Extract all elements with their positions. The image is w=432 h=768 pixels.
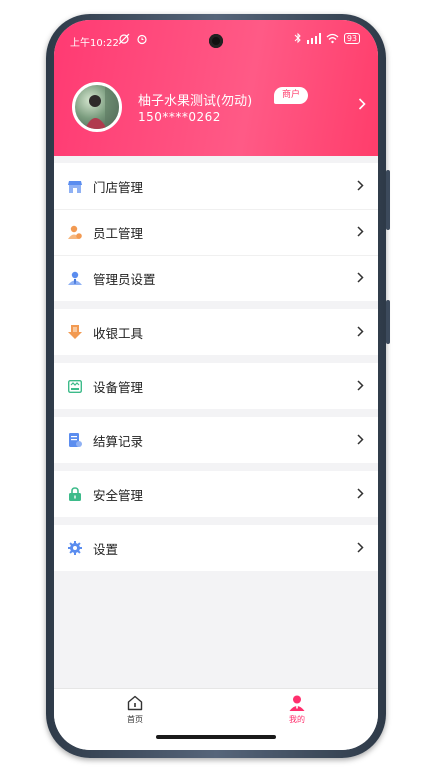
menu-divider bbox=[54, 463, 378, 471]
admin-icon bbox=[68, 271, 82, 285]
lock-icon bbox=[68, 487, 82, 501]
staff-icon bbox=[68, 225, 82, 239]
user-phone: 150****0262 bbox=[138, 110, 221, 124]
menu-item-staff-management[interactable]: 员工管理 bbox=[54, 209, 378, 255]
front-camera bbox=[209, 34, 223, 48]
user-icon bbox=[289, 695, 305, 711]
settings-menu: 门店管理 员工管理 管理员设置 收银工具 设备管理 结算记录 安全管理 设置 bbox=[54, 163, 378, 571]
chevron-right-icon bbox=[357, 226, 364, 237]
cashier-icon bbox=[68, 325, 82, 339]
menu-item-label: 管理员设置 bbox=[93, 271, 156, 287]
chevron-right-icon bbox=[357, 434, 364, 445]
menu-group: 收银工具 bbox=[54, 309, 378, 355]
nav-label-mine: 我的 bbox=[289, 715, 305, 724]
menu-group: 结算记录 bbox=[54, 417, 378, 463]
avatar[interactable] bbox=[72, 82, 122, 132]
chevron-right-icon bbox=[357, 180, 364, 191]
app-screen: 上午10:22 93 柚子水果测试(勿动) 商户 150****0262 门店管… bbox=[54, 20, 378, 750]
menu-group: 设备管理 bbox=[54, 363, 378, 409]
chevron-right-icon bbox=[357, 542, 364, 553]
settlement-icon bbox=[68, 433, 82, 447]
chevron-right-icon bbox=[357, 326, 364, 337]
chevron-right-icon bbox=[357, 272, 364, 283]
store-icon bbox=[68, 179, 82, 193]
bottom-nav: 首页 我的 bbox=[54, 688, 378, 750]
nav-item-mine[interactable]: 我的 bbox=[267, 695, 327, 725]
menu-divider bbox=[54, 301, 378, 309]
menu-item-store-management[interactable]: 门店管理 bbox=[54, 163, 378, 209]
menu-group: 门店管理 员工管理 管理员设置 bbox=[54, 163, 378, 301]
menu-item-admin-settings[interactable]: 管理员设置 bbox=[54, 255, 378, 301]
menu-item-label: 安全管理 bbox=[93, 487, 144, 503]
status-right-icons: 93 bbox=[294, 32, 360, 44]
user-name: 柚子水果测试(勿动) bbox=[138, 94, 253, 109]
status-time: 上午10:22 bbox=[70, 38, 119, 49]
avatar-photo bbox=[85, 85, 119, 129]
bluetooth-icon bbox=[294, 32, 301, 44]
home-icon bbox=[127, 695, 143, 711]
power-button bbox=[386, 170, 390, 230]
menu-group: 安全管理 bbox=[54, 471, 378, 517]
signal-icon bbox=[306, 32, 321, 44]
menu-item-cashier-tools[interactable]: 收银工具 bbox=[54, 309, 378, 355]
menu-divider bbox=[54, 355, 378, 363]
chevron-right-icon[interactable] bbox=[358, 98, 366, 110]
gear-icon bbox=[68, 541, 82, 555]
menu-item-label: 门店管理 bbox=[93, 179, 144, 195]
menu-item-label: 员工管理 bbox=[93, 225, 144, 241]
menu-item-label: 收银工具 bbox=[93, 325, 144, 341]
alarm-icon bbox=[137, 34, 147, 45]
menu-divider bbox=[54, 517, 378, 525]
menu-item-settings[interactable]: 设置 bbox=[54, 525, 378, 571]
menu-item-settlement-records[interactable]: 结算记录 bbox=[54, 417, 378, 463]
home-indicator[interactable] bbox=[156, 735, 276, 739]
status-bar: 上午10:22 93 bbox=[54, 20, 378, 60]
wifi-icon bbox=[326, 33, 339, 43]
menu-item-security-management[interactable]: 安全管理 bbox=[54, 471, 378, 517]
role-badge: 商户 bbox=[274, 87, 309, 104]
no-disturb-icon bbox=[118, 33, 130, 45]
device-icon bbox=[68, 379, 82, 393]
battery-indicator: 93 bbox=[343, 32, 360, 44]
status-left-icons bbox=[118, 33, 148, 45]
nav-item-home[interactable]: 首页 bbox=[105, 695, 165, 725]
menu-item-label: 设备管理 bbox=[93, 379, 144, 395]
nav-label-home: 首页 bbox=[127, 715, 143, 724]
menu-item-label: 结算记录 bbox=[93, 433, 144, 449]
profile-header[interactable]: 上午10:22 93 柚子水果测试(勿动) 商户 150****0262 bbox=[54, 20, 378, 156]
menu-item-label: 设置 bbox=[93, 541, 119, 557]
menu-group: 设置 bbox=[54, 525, 378, 571]
menu-divider bbox=[54, 409, 378, 417]
chevron-right-icon bbox=[357, 380, 364, 391]
menu-item-device-management[interactable]: 设备管理 bbox=[54, 363, 378, 409]
chevron-right-icon bbox=[357, 488, 364, 499]
volume-button bbox=[386, 300, 390, 344]
